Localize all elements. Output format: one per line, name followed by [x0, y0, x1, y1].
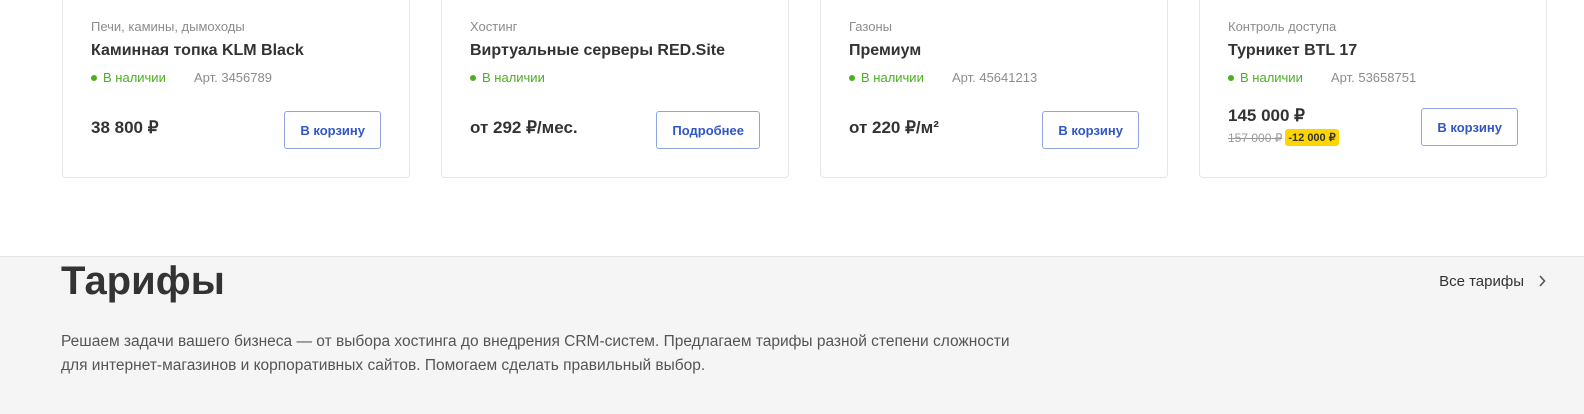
product-category: Контроль доступа: [1228, 19, 1337, 34]
add-to-cart-button[interactable]: В корзину: [1421, 108, 1518, 146]
all-tariffs-label: Все тарифы: [1439, 273, 1524, 290]
details-button[interactable]: Подробнее: [656, 111, 760, 149]
stock-status: В наличии: [470, 70, 545, 85]
product-article: Арт. 53658751: [1331, 70, 1417, 85]
product-price: от 292 ₽/мес.: [470, 118, 578, 137]
product-name[interactable]: Каминная топка KLM Black: [91, 42, 304, 60]
stock-dot-icon: [849, 74, 855, 81]
product-category: Хостинг: [470, 19, 518, 34]
product-article: Арт. 45641213: [952, 70, 1038, 85]
stock-status: В наличии: [91, 70, 166, 85]
stock-status: В наличии: [849, 70, 924, 85]
product-name[interactable]: Виртуальные серверы RED.Site: [470, 42, 725, 60]
stock-dot-icon: [1228, 74, 1234, 81]
product-card[interactable]: Хостинг Виртуальные серверы RED.Site В н…: [441, 0, 789, 178]
old-price-row: 157 000 ₽ -12 000 ₽: [1228, 129, 1339, 146]
product-name[interactable]: Премиум: [849, 42, 921, 60]
product-card[interactable]: Газоны Премиум В наличии Арт. 45641213 о…: [820, 0, 1168, 178]
product-name[interactable]: Турникет BTL 17: [1228, 42, 1357, 60]
add-to-cart-button[interactable]: В корзину: [284, 111, 381, 149]
product-category: Газоны: [849, 19, 892, 34]
product-price: от 220 ₽/м²: [849, 118, 939, 137]
stock-dot-icon: [470, 74, 476, 81]
old-price: 157 000 ₽: [1228, 130, 1283, 145]
product-price: 38 800 ₽: [91, 118, 159, 137]
product-cards-row: Печи, камины, дымоходы Каминная топка KL…: [62, 0, 1562, 178]
all-tariffs-link[interactable]: Все тарифы: [1439, 273, 1546, 290]
product-price: 145 000 ₽: [1228, 106, 1305, 125]
stock-label: В наличии: [103, 70, 166, 85]
product-category: Печи, камины, дымоходы: [91, 19, 245, 34]
product-card[interactable]: Печи, камины, дымоходы Каминная топка KL…: [62, 0, 410, 178]
add-to-cart-button[interactable]: В корзину: [1042, 111, 1139, 149]
stock-label: В наличии: [482, 70, 545, 85]
stock-dot-icon: [91, 74, 97, 81]
section-description: Решаем задачи вашего бизнеса — от выбора…: [61, 333, 1010, 374]
tariffs-section: Тарифы Все тарифы Решаем задачи вашего б…: [0, 256, 1584, 414]
product-article: Арт. 3456789: [194, 70, 272, 85]
stock-label: В наличии: [861, 70, 924, 85]
chevron-right-icon: [1538, 274, 1546, 290]
section-title: Тарифы: [61, 259, 225, 303]
stock-status: В наличии: [1228, 70, 1303, 85]
discount-badge: -12 000 ₽: [1285, 129, 1339, 146]
product-card[interactable]: Контроль доступа Турникет BTL 17 В налич…: [1199, 0, 1547, 178]
stock-label: В наличии: [1240, 70, 1303, 85]
